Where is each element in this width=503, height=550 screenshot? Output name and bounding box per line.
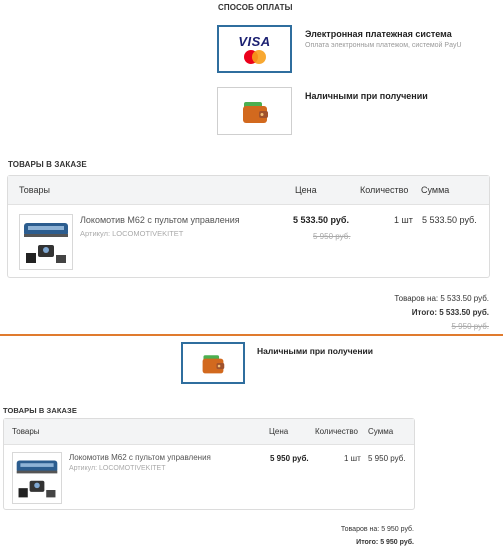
- product-sum: 5 950 руб.: [368, 454, 406, 463]
- product-quantity: 1 шт: [344, 454, 361, 463]
- visa-mastercard-logo: VISA: [238, 34, 270, 65]
- grand-total-bottom: Итого: 5 950 руб.: [356, 539, 414, 546]
- col-goods: Товары: [19, 185, 50, 195]
- order-items-title-bottom: ТОВАРЫ В ЗАКАЗЕ: [3, 406, 77, 415]
- col-qty: Количество: [315, 427, 358, 436]
- product-quantity: 1 шт: [394, 215, 413, 225]
- order-items-title: ТОВАРЫ В ЗАКАЗЕ: [8, 160, 87, 169]
- goods-total-label: Товаров на:: [394, 294, 439, 303]
- product-price: 5 533.50 руб.: [293, 215, 349, 225]
- goods-total-label: Товаров на:: [340, 526, 380, 533]
- goods-total-bottom: Товаров на: 5 950 руб.: [341, 526, 414, 533]
- payment-option-cash-name-bottom: Наличными при получении: [257, 346, 373, 356]
- product-name-link[interactable]: Локомотив М62 с пультом управления: [69, 453, 211, 462]
- grand-total-label: Итого:: [356, 539, 379, 546]
- product-price: 5 950 руб.: [270, 454, 309, 463]
- grand-total-value: 5 533.50 руб.: [439, 308, 489, 317]
- goods-total: Товаров на: 5 533.50 руб.: [394, 294, 489, 303]
- grand-total-value: 5 950 руб.: [380, 539, 414, 546]
- payment-option-card-desc: Оплата электронным платежом, системой Pa…: [305, 42, 462, 49]
- wallet-icon: [242, 102, 268, 123]
- wallet-icon: [202, 355, 225, 374]
- payment-option-card-name: Электронная платежная система: [305, 29, 452, 39]
- old-grand-total: 5 950 руб.: [451, 322, 490, 331]
- goods-total-value: 5 950 руб.: [381, 526, 414, 533]
- payment-option-card[interactable]: VISA: [217, 25, 292, 73]
- product-article: Артикул: LOCOMOTIVEKITET: [69, 465, 166, 472]
- product-article: Артикул: LOCOMOTIVEKITET: [80, 229, 184, 238]
- payment-option-cash[interactable]: [217, 87, 292, 135]
- order-table-header-bottom: Товары Цена Количество Сумма: [4, 419, 414, 445]
- col-qty: Количество: [360, 185, 409, 195]
- order-table: Товары Цена Количество Сумма Локомотив М…: [7, 175, 490, 278]
- product-old-price: 5 950 руб.: [313, 232, 351, 241]
- col-price: Цена: [295, 185, 317, 195]
- product-name-link[interactable]: Локомотив М62 с пультом управления: [80, 215, 240, 225]
- payment-method-title: СПОСОБ ОПЛАТЫ: [218, 3, 293, 12]
- col-goods: Товары: [12, 427, 40, 436]
- col-sum: Сумма: [368, 427, 394, 436]
- locomotive-icon: [24, 223, 68, 263]
- goods-total-value: 5 533.50 руб.: [440, 294, 489, 303]
- locomotive-product-image[interactable]: [19, 214, 73, 270]
- payment-option-cash-selected[interactable]: [181, 342, 245, 384]
- locomotive-icon: [16, 460, 58, 498]
- col-price: Цена: [269, 427, 289, 436]
- locomotive-product-image[interactable]: [12, 452, 62, 504]
- order-table-bottom: Товары Цена Количество Сумма Локомотив М…: [3, 418, 415, 510]
- order-table-header: Товары Цена Количество Сумма: [8, 176, 489, 205]
- col-sum: Сумма: [421, 185, 450, 195]
- grand-total-label: Итого:: [411, 308, 437, 317]
- grand-total: Итого: 5 533.50 руб.: [412, 308, 489, 317]
- payment-option-cash-name: Наличными при получении: [305, 91, 428, 101]
- screenshot-divider: [0, 334, 503, 336]
- visa-logo-text: VISA: [238, 33, 271, 49]
- mastercard-icon: [243, 49, 266, 64]
- product-sum: 5 533.50 руб.: [422, 215, 477, 225]
